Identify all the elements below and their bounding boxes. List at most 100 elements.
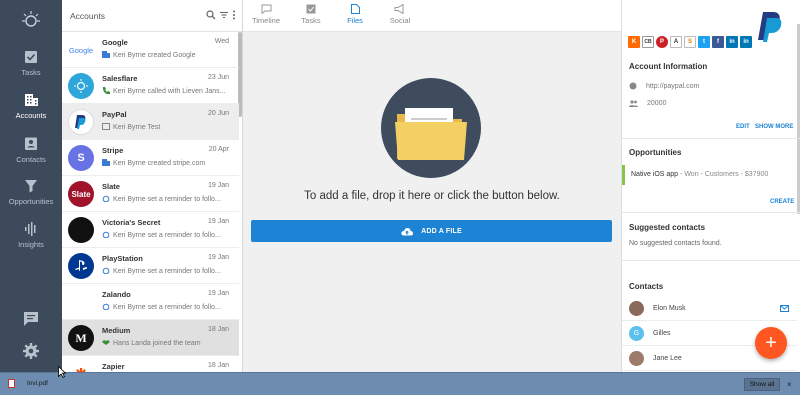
playstation-avatar [68,253,94,279]
opportunity-pipeline: - Customers [700,171,739,178]
settings-gear-icon[interactable] [22,342,40,360]
accounts-list-panel: Accounts Google Google Wed Keri Byrne cr… [62,0,243,372]
account-detail-panel: K CB P A S t f in in Account Information… [621,0,800,372]
edit-link[interactable]: EDIT [736,124,750,130]
opportunity-row[interactable]: Native iOS app - Won - Customers - $3790… [622,165,797,185]
building-icon [24,94,38,106]
nav-tasks-label: Tasks [21,68,41,77]
account-row-paypal[interactable]: PayPal 20 Jun Keri Byrne Test [62,104,239,140]
more-vertical-icon[interactable] [232,10,236,20]
social-links: K CB P A S t f in in [628,36,752,48]
tab-files[interactable]: Files [335,4,375,25]
opportunities-title: Opportunities [629,148,682,157]
pinterest-icon[interactable]: P [656,36,668,48]
search-icon[interactable] [206,10,216,20]
linkedin-secondary-icon[interactable]: in [740,36,752,48]
account-activity: Keri Byrne created stripe.com [102,159,234,167]
account-date: 19 Jan [207,290,229,297]
people-icon [629,100,638,107]
opportunity-status: - Won [680,171,699,178]
twitter-icon[interactable]: t [698,36,710,48]
angellist-icon[interactable]: A [670,36,682,48]
tab-timeline[interactable]: Timeline [246,4,286,25]
account-row-zalando[interactable]: Zalando 19 Jan Keri Byrne set a reminder… [62,284,239,320]
account-activity: Keri Byrne created Google [102,51,234,59]
close-download-bar-button[interactable]: × [787,380,792,389]
account-name: Victoria's Secret [102,218,161,227]
zapier-avatar [68,361,94,372]
crunchbase-icon[interactable]: CB [642,36,654,48]
nav-opportunities[interactable]: Opportunities [0,179,62,221]
website-row[interactable]: http://paypal.com [629,82,699,90]
account-row-salesflare[interactable]: Salesflare 23 Jun Keri Byrne called with… [62,68,239,104]
account-date: 19 Jan [207,254,229,261]
file-icon [350,4,360,14]
chat-icon[interactable] [22,310,40,328]
nav-tasks[interactable]: Tasks [0,50,62,92]
cloud-upload-icon [401,227,414,235]
nav-accounts[interactable]: Accounts [0,93,62,135]
main-nav: Tasks Accounts Contacts Opportunities In… [0,0,62,372]
account-date: 19 Jan [207,182,229,189]
accounts-list-header: Accounts [62,0,242,32]
mail-icon[interactable] [780,305,789,312]
nav-insights-label: Insights [18,240,44,249]
facebook-icon[interactable]: f [712,36,724,48]
show-more-link[interactable]: SHOW MORE [755,124,793,130]
filter-icon[interactable] [219,10,229,20]
download-filename: Invi.pdf [27,380,48,387]
tab-tasks[interactable]: Tasks [291,4,331,25]
download-item[interactable]: Invi.pdf [8,379,48,388]
funnel-icon [25,180,37,193]
megaphone-icon [394,4,404,14]
account-name: Salesflare [102,74,138,83]
account-row-medium[interactable]: M Medium 18 Jan Hans Landa joined the te… [62,320,239,356]
contacts-title: Contacts [629,282,664,291]
create-opportunity-link[interactable]: CREATE [770,199,794,205]
mouse-pointer-icon [58,366,66,378]
google-logo: Google [67,37,95,63]
opportunity-name: Native iOS app [631,171,679,178]
avatar [629,351,644,366]
nav-insights[interactable]: Insights [0,222,62,264]
linkedin-icon[interactable]: in [726,36,738,48]
checkbox-icon [306,4,316,14]
building-icon [102,159,110,166]
account-row-google[interactable]: Google Google Wed Keri Byrne created Goo… [62,32,239,68]
checkbox-icon [25,51,37,63]
opportunity-value: - $37900 [740,171,769,178]
account-activity: Keri Byrne set a reminder to follo... [102,231,234,239]
add-fab-button[interactable]: + [755,327,787,359]
nav-contacts[interactable]: Contacts [0,136,62,178]
account-name: Medium [102,326,131,335]
detail-tabs: Timeline Tasks Files Social [243,0,621,32]
account-date: 20 Jun [207,110,229,117]
account-row-victorias-secret[interactable]: Victoria's Secret 19 Jan Keri Byrne set … [62,212,239,248]
account-row-stripe[interactable]: S Stripe 20 Apr Keri Byrne created strip… [62,140,239,176]
paypal-logo [758,12,782,42]
nav-opportunities-label: Opportunities [8,197,54,206]
nav-contacts-label: Contacts [16,155,46,164]
show-all-button[interactable]: Show all [744,378,780,391]
drop-instructions: To add a file, drop it here or click the… [304,190,560,202]
account-row-playstation[interactable]: PlayStation 19 Jan Keri Byrne set a remi… [62,248,239,284]
klout-icon[interactable]: K [628,36,640,48]
account-activity: Keri Byrne called with Lieven Jans... [102,87,234,95]
account-row-zapier[interactable]: Zapier 18 Jan [62,356,239,372]
salesflare-logo[interactable] [21,10,41,30]
note-icon [102,123,110,130]
files-drop-zone[interactable]: To add a file, drop it here or click the… [243,32,621,372]
contact-row-elon-musk[interactable]: Elon Musk [622,297,797,321]
medium-avatar: M [68,325,94,351]
contact-name: Gilles [653,330,671,337]
account-name: Google [102,38,128,47]
contact-card-icon [25,137,37,150]
paypal-avatar [68,109,94,135]
tab-social[interactable]: Social [380,4,420,25]
suggested-contacts-title: Suggested contacts [629,223,706,232]
producthunt-icon[interactable]: S [684,36,696,48]
alarm-clock-icon [102,195,110,202]
account-row-slate[interactable]: Slate Slate 19 Jan Keri Byrne set a remi… [62,176,239,212]
add-file-button[interactable]: ADD A FILE [251,220,612,242]
account-date: 18 Jan [207,362,229,369]
